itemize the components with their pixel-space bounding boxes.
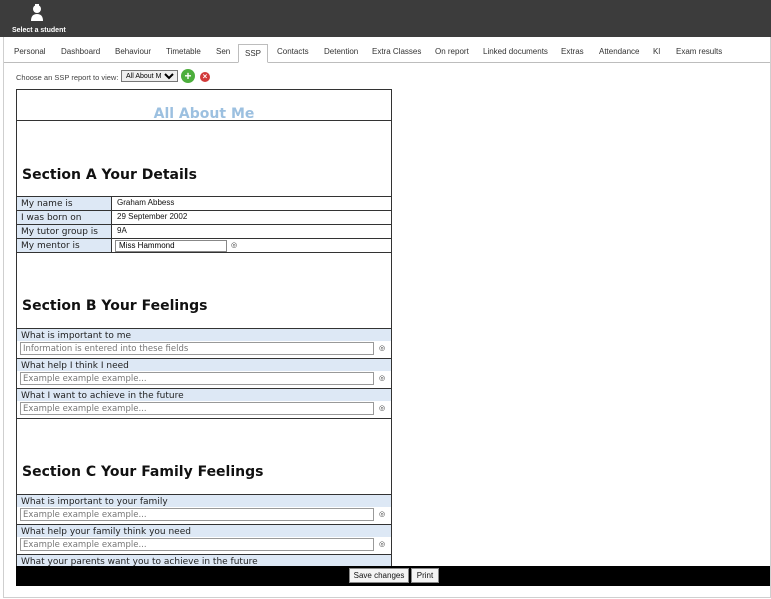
detail-value: 9A xyxy=(117,226,127,235)
ssp-form: All About Me Section A Your Details My n… xyxy=(16,89,392,568)
delete-circle-icon[interactable]: × xyxy=(200,72,210,82)
answer-field[interactable]: Example example example... xyxy=(20,508,374,521)
tab-contacts[interactable]: Contacts xyxy=(277,47,309,56)
tab-on-report[interactable]: On report xyxy=(435,47,469,56)
answer-field[interactable]: Example example example... xyxy=(20,538,374,551)
mentor-field[interactable]: Miss Hammond xyxy=(115,240,227,252)
detail-row: My name is Graham Abbess xyxy=(17,196,391,210)
section-c-title: Section C Your Family Feelings xyxy=(22,464,264,480)
spellcheck-icon[interactable]: ◎ xyxy=(379,540,385,548)
report-chooser-label: Choose an SSP report to view: xyxy=(16,73,119,82)
answer-field[interactable]: Example example example... xyxy=(20,372,374,385)
section-a-title: Section A Your Details xyxy=(22,167,197,183)
print-button[interactable]: Print xyxy=(411,568,439,583)
tab-bar: Personal Dashboard Behaviour Timetable S… xyxy=(4,44,770,63)
question-label: What help I think I need xyxy=(17,358,391,371)
tab-kl[interactable]: Kl xyxy=(653,47,660,56)
mentor-value: Miss Hammond xyxy=(119,241,175,250)
answer-field[interactable]: Information is entered into these fields xyxy=(20,342,374,355)
tab-extra-classes[interactable]: Extra Classes xyxy=(372,47,421,56)
save-changes-button[interactable]: Save changes xyxy=(349,568,409,583)
detail-label: My name is xyxy=(17,197,112,210)
spellcheck-icon[interactable]: ◎ xyxy=(379,374,385,382)
detail-row: My mentor is Miss Hammond ◎ xyxy=(17,238,391,252)
detail-row: My tutor group is 9A xyxy=(17,224,391,238)
tab-dashboard[interactable]: Dashboard xyxy=(61,47,100,56)
detail-label: My tutor group is xyxy=(17,225,112,238)
divider xyxy=(17,252,391,253)
select-student-label: Select a student xyxy=(12,27,66,34)
detail-label: I was born on xyxy=(17,211,112,224)
main-panel: Personal Dashboard Behaviour Timetable S… xyxy=(3,37,771,598)
section-b-title: Section B Your Feelings xyxy=(22,298,208,314)
spellcheck-icon[interactable]: ◎ xyxy=(231,241,237,249)
report-select[interactable]: All About Me xyxy=(121,70,178,82)
question-label: What is important to your family xyxy=(17,494,391,507)
tab-extras[interactable]: Extras xyxy=(561,47,584,56)
add-circle-icon[interactable]: + xyxy=(181,69,195,83)
question-label: What is important to me xyxy=(17,328,391,341)
action-bar: Save changes Print xyxy=(16,566,770,586)
tab-attendance[interactable]: Attendance xyxy=(599,47,639,56)
student-icon xyxy=(31,4,43,21)
detail-value: 29 September 2002 xyxy=(117,212,188,221)
detail-value: Graham Abbess xyxy=(117,198,175,207)
detail-row: I was born on 29 September 2002 xyxy=(17,210,391,224)
spellcheck-icon[interactable]: ◎ xyxy=(379,510,385,518)
tab-timetable[interactable]: Timetable xyxy=(166,47,201,56)
tab-linked-documents[interactable]: Linked documents xyxy=(483,47,548,56)
question-label: What help your family think you need xyxy=(17,524,391,537)
tab-sen[interactable]: Sen xyxy=(216,47,230,56)
form-title: All About Me xyxy=(17,90,391,122)
answer-field[interactable]: Example example example... xyxy=(20,402,374,415)
tab-ssp[interactable]: SSP xyxy=(238,44,268,63)
spellcheck-icon[interactable]: ◎ xyxy=(379,404,385,412)
question-label: What I want to achieve in the future xyxy=(17,388,391,401)
top-bar: Select a student xyxy=(0,0,771,37)
spellcheck-icon[interactable]: ◎ xyxy=(379,344,385,352)
tab-personal[interactable]: Personal xyxy=(14,47,46,56)
tab-behaviour[interactable]: Behaviour xyxy=(115,47,151,56)
tab-detention[interactable]: Detention xyxy=(324,47,358,56)
tab-exam-results[interactable]: Exam results xyxy=(676,47,722,56)
detail-label: My mentor is xyxy=(17,239,112,252)
select-student-button[interactable]: Select a student xyxy=(10,3,70,35)
divider xyxy=(17,418,391,419)
